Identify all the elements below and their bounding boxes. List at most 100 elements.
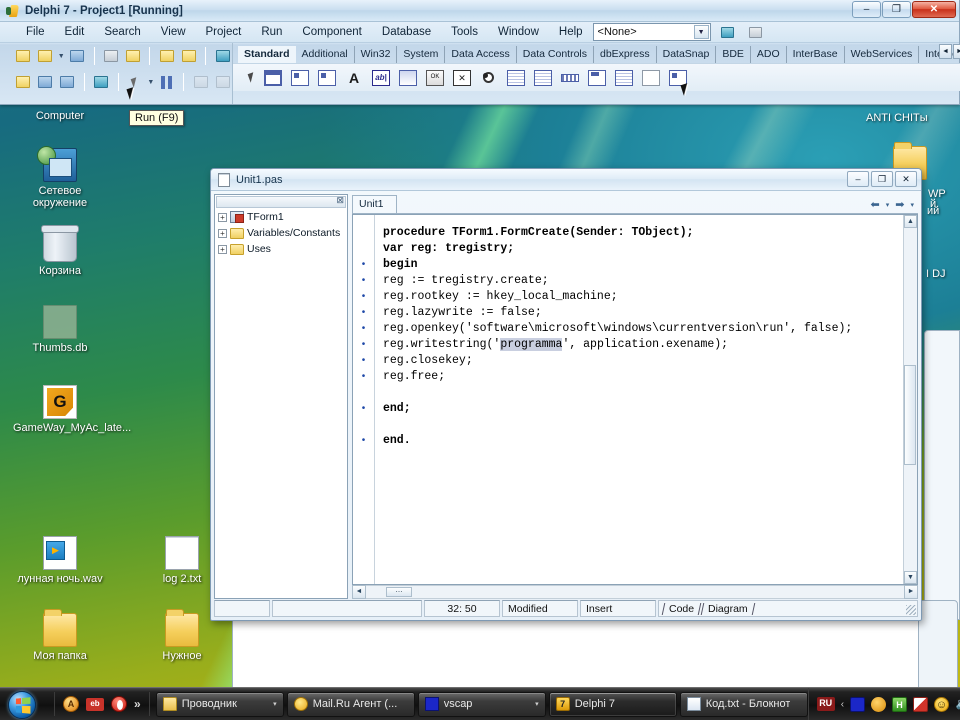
palette-tab-system[interactable]: System — [397, 46, 446, 63]
groupbox-icon[interactable] — [588, 69, 606, 86]
remove-file-icon[interactable] — [179, 46, 198, 67]
palette-tab-additional[interactable]: Additional — [296, 46, 355, 63]
start-button[interactable] — [2, 689, 54, 720]
forward-arrow-icon[interactable]: ➡ — [895, 198, 904, 211]
popupmenu-icon[interactable] — [318, 69, 336, 86]
view-tab-code[interactable]: Code — [661, 602, 702, 615]
taskbar-button[interactable]: Проводник ▾ — [155, 691, 284, 717]
radiogroup-icon[interactable] — [615, 69, 633, 86]
expand-icon[interactable]: + — [218, 244, 227, 254]
tree-node[interactable]: + TForm1 — [215, 209, 347, 225]
minimize-button[interactable]: – — [852, 1, 881, 18]
scroll-right-arrow-icon[interactable]: ► — [904, 585, 918, 599]
run-icon[interactable] — [126, 72, 145, 93]
taskbar-button[interactable]: Delphi 7 — [548, 691, 677, 717]
toggle-form-unit-icon[interactable] — [58, 72, 77, 93]
menu-item-file[interactable]: File — [16, 24, 55, 40]
opera-icon[interactable] — [111, 696, 127, 712]
desktop-layout-combo[interactable]: <None> ▼ — [592, 23, 711, 41]
quicklaunch-overflow-chevron[interactable]: » — [134, 697, 141, 711]
ebay-icon[interactable] — [86, 697, 104, 711]
scroll-up-arrow-icon[interactable]: ▲ — [904, 215, 917, 228]
scroll-down-arrow-icon[interactable]: ▼ — [904, 571, 917, 584]
avast-icon[interactable] — [63, 696, 79, 712]
trace-into-icon[interactable] — [191, 72, 210, 93]
horizontal-scroll-track[interactable]: ⋯ — [366, 585, 904, 599]
desktop-icon[interactable]: Computer — [12, 105, 108, 122]
help-icon[interactable] — [213, 46, 232, 67]
taskbar-button-dropdown-icon[interactable]: ▾ — [535, 700, 539, 708]
run-dropdown-icon[interactable]: ▼ — [147, 79, 154, 86]
editor-title-bar[interactable]: Unit1.pas – ❐ ✕ — [211, 169, 921, 191]
expand-icon[interactable]: + — [218, 212, 227, 222]
open-project-icon[interactable] — [123, 46, 142, 67]
maximize-button[interactable]: ❐ — [882, 1, 911, 18]
menu-item-tools[interactable]: Tools — [441, 24, 488, 40]
code-text-area[interactable]: • • • • • • • • • • procedure TForm1.FormCreate(S… — [352, 214, 918, 585]
back-dropdown-icon[interactable]: ▾ — [886, 201, 890, 209]
palette-tab-data-controls[interactable]: Data Controls — [517, 46, 594, 63]
chevron-down-icon[interactable]: ▼ — [693, 25, 709, 39]
save-icon[interactable] — [68, 46, 87, 67]
view-form-icon[interactable] — [36, 72, 55, 93]
forward-dropdown-icon[interactable]: ▾ — [910, 201, 914, 209]
menu-item-edit[interactable]: Edit — [55, 24, 95, 40]
tree-node[interactable]: + Uses — [215, 241, 347, 257]
pause-icon[interactable] — [157, 72, 176, 93]
desktop-icon[interactable]: Корзина — [12, 225, 108, 277]
back-arrow-icon[interactable]: ⬅ — [871, 198, 880, 211]
vertical-scroll-thumb[interactable] — [904, 365, 916, 465]
radiobutton-icon[interactable] — [480, 70, 498, 86]
background-window-right[interactable] — [924, 330, 960, 620]
set-debug-desktop-icon[interactable] — [745, 22, 767, 43]
tab-unit1[interactable]: Unit1 — [352, 195, 397, 213]
vscap-tray-icon[interactable] — [850, 696, 866, 712]
listbox-icon[interactable] — [507, 69, 525, 86]
taskbar-button[interactable]: vscap ▾ — [417, 691, 546, 717]
smiley-tray-icon[interactable] — [934, 696, 950, 712]
tray-expand-chevron[interactable]: ‹ — [841, 699, 844, 710]
menu-item-run[interactable]: Run — [251, 24, 292, 40]
taskbar-button[interactable]: Mail.Ru Агент (... — [286, 691, 415, 717]
view-tab-diagram[interactable]: Diagram — [700, 602, 756, 615]
new-form-icon[interactable] — [92, 72, 111, 93]
label-icon[interactable]: A — [345, 70, 363, 86]
panel-icon[interactable] — [642, 69, 660, 86]
desktop-icon[interactable]: Сетевое окружение — [12, 146, 108, 209]
open-dropdown-icon[interactable]: ▼ — [58, 53, 65, 60]
desktop-icon[interactable]: GameWay_MyAc_late... — [12, 385, 131, 434]
orange-tray-icon[interactable] — [871, 696, 887, 712]
menu-item-help[interactable]: Help — [549, 24, 593, 40]
palette-tab-standard[interactable]: Standard — [238, 46, 296, 63]
new-icon[interactable] — [14, 46, 33, 67]
editor-maximize-button[interactable]: ❐ — [871, 171, 893, 187]
desktop-icon[interactable]: Thumbs.db — [12, 305, 108, 354]
menu-item-project[interactable]: Project — [196, 24, 252, 40]
palette-tab-data-access[interactable]: Data Access — [445, 46, 517, 63]
scroll-left-arrow-icon[interactable]: ◄ — [352, 585, 366, 599]
hamachi-tray-icon[interactable] — [892, 696, 908, 712]
taskbar-button-dropdown-icon[interactable]: ▾ — [273, 700, 277, 708]
pointer-icon[interactable] — [247, 72, 257, 83]
mainmenu-icon[interactable] — [291, 69, 309, 86]
memo-icon[interactable] — [399, 69, 417, 86]
scrollbar-icon[interactable] — [561, 70, 579, 86]
palette-tab-datasnap[interactable]: DataSnap — [657, 46, 717, 63]
delphi-title-bar[interactable]: Delphi 7 - Project1 [Running] – ❐ ✕ — [0, 0, 959, 22]
background-window-right-lower[interactable] — [918, 600, 958, 695]
desktop-icon[interactable]: Моя папка — [12, 609, 108, 662]
structure-panel[interactable]: + TForm1 + Variables/Constants + Uses — [214, 194, 348, 599]
add-file-icon[interactable] — [157, 46, 176, 67]
palette-scroll-left-button[interactable]: ◄ — [938, 44, 952, 59]
resize-grip-icon[interactable] — [906, 605, 916, 615]
menu-item-database[interactable]: Database — [372, 24, 441, 40]
editor-minimize-button[interactable]: – — [847, 171, 869, 187]
menu-item-component[interactable]: Component — [292, 24, 371, 40]
view-unit-icon[interactable] — [14, 72, 33, 93]
code-horizontal-scrollbar[interactable]: ◄ ⋯ ► — [352, 585, 918, 599]
palette-tab-interbase[interactable]: InterBase — [787, 46, 845, 63]
horizontal-scroll-thumb[interactable]: ⋯ — [386, 587, 412, 597]
edit-icon[interactable]: ab| — [372, 69, 390, 86]
structure-panel-grip[interactable] — [216, 195, 346, 208]
background-window-notepad[interactable] — [232, 614, 922, 694]
